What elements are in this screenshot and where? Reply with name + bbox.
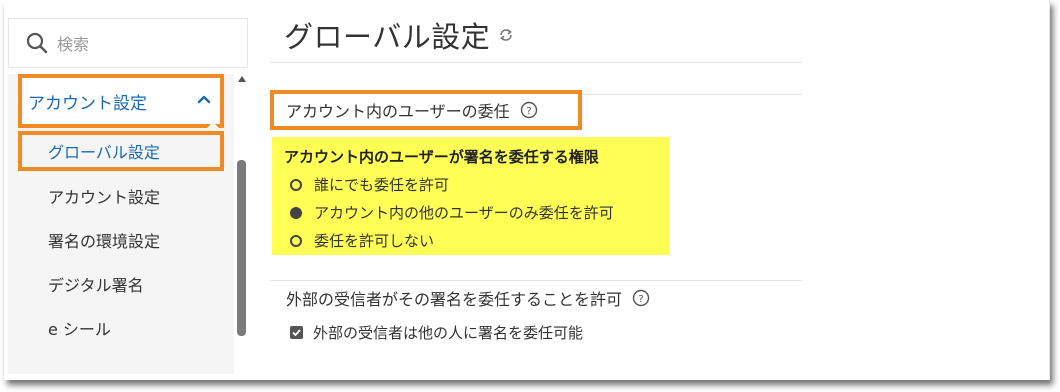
sidebar-item-account-settings[interactable]: アカウント設定 <box>48 184 160 208</box>
help-icon[interactable]: ? <box>520 101 538 119</box>
radio-label: 委任を許可しない <box>314 232 435 250</box>
sidebar-item-e-seal[interactable]: e シール <box>48 316 111 340</box>
delegation-section-title: アカウント内のユーザーの委任 <box>286 102 510 121</box>
main-panel: グローバル設定 アカウント内のユーザーの委任 ? アカウント内のユーザーが署名を… <box>266 0 806 380</box>
nav-list: アカウント設定 グローバル設定 アカウント設定 署名の環境設定 デジタル署名 e… <box>8 74 234 374</box>
refresh-icon[interactable] <box>498 27 514 43</box>
delegation-section-header: アカウント内のユーザーの委任 ? <box>270 90 582 130</box>
permission-heading: アカウント内のユーザーが署名を委任する権限 <box>284 148 599 166</box>
checkbox-label: 外部の受信者は他の人に署名を委任可能 <box>313 324 584 342</box>
radio-button-selected[interactable] <box>290 206 302 219</box>
radio-button[interactable] <box>290 178 302 191</box>
search-icon <box>26 32 48 54</box>
radio-label: 誰にでも委任を許可 <box>314 176 450 194</box>
checkbox[interactable] <box>290 326 303 339</box>
radio-label: アカウント内の他のユーザーのみ委任を許可 <box>314 204 614 222</box>
scroll-thumb[interactable] <box>237 160 246 336</box>
chevron-up-icon[interactable] <box>196 92 212 108</box>
sidebar-scrollbar[interactable] <box>236 74 248 374</box>
sidebar-item-digital-signature[interactable]: デジタル署名 <box>48 272 144 296</box>
checkbox-check-icon <box>292 329 301 337</box>
radio-button[interactable] <box>290 234 302 247</box>
search-placeholder: 検索 <box>57 35 90 54</box>
radio-option-anyone[interactable]: 誰にでも委任を許可 <box>290 174 449 195</box>
external-delegation-checkbox-row[interactable]: 外部の受信者は他の人に署名を委任可能 <box>290 322 583 343</box>
sidebar-item-label: グローバル設定 <box>48 143 160 162</box>
sidebar-item-global-settings[interactable]: グローバル設定 <box>18 131 224 171</box>
nav-group-account-settings[interactable]: アカウント設定 <box>18 74 224 128</box>
settings-window: 検索 アカウント設定 グローバル設定 アカウント設定 署名の環境設定 デジタル署… <box>4 0 1050 380</box>
external-section-header: 外部の受信者がその署名を委任することを許可 ? <box>286 286 650 310</box>
radio-option-none[interactable]: 委任を許可しない <box>290 230 434 251</box>
delegation-options-panel: アカウント内のユーザーが署名を委任する権限 誰にでも委任を許可 アカウント内の他… <box>272 137 670 255</box>
external-section-title: 外部の受信者がその署名を委任することを許可 <box>286 290 623 309</box>
nav-group-label: アカウント設定 <box>28 93 147 114</box>
page-title-text: グローバル設定 <box>284 20 491 54</box>
sidebar: 検索 アカウント設定 グローバル設定 アカウント設定 署名の環境設定 デジタル署… <box>4 0 250 380</box>
section-divider-2 <box>270 280 802 281</box>
svg-text:?: ? <box>526 106 531 117</box>
nav-caret <box>204 122 222 131</box>
page-title: グローバル設定 <box>284 14 514 56</box>
svg-text:?: ? <box>638 294 643 305</box>
search-box[interactable]: 検索 <box>8 18 248 68</box>
radio-option-account-only[interactable]: アカウント内の他のユーザーのみ委任を許可 <box>290 202 614 223</box>
help-icon[interactable]: ? <box>632 289 650 307</box>
title-divider <box>270 62 802 63</box>
sidebar-item-signing-preferences[interactable]: 署名の環境設定 <box>48 228 160 252</box>
scroll-up-arrow[interactable] <box>238 76 246 82</box>
